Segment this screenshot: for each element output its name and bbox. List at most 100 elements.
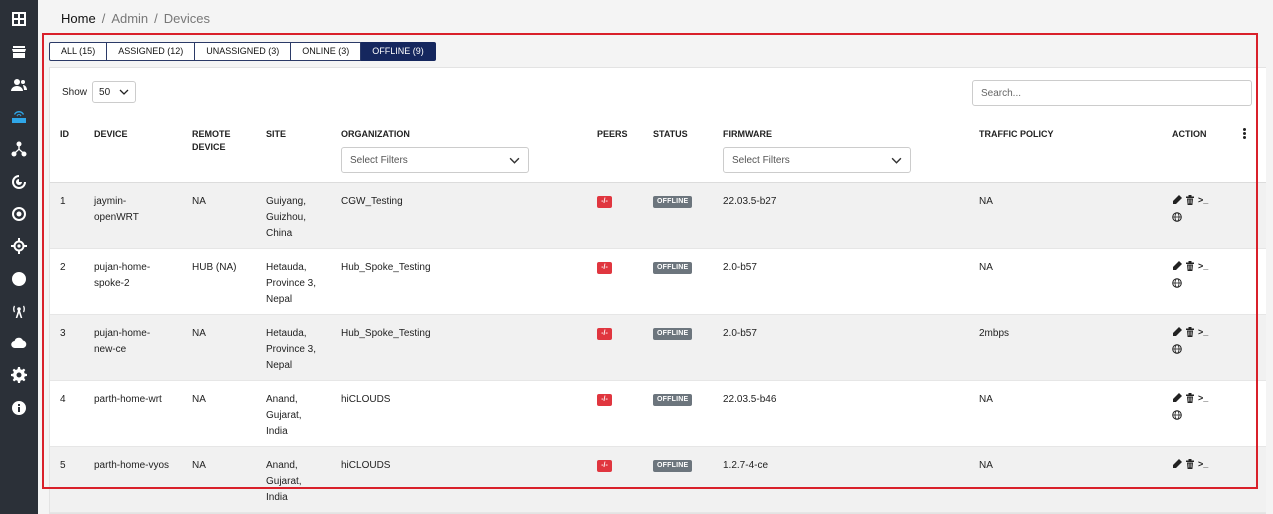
table-row: 2 pujan-home- spoke-2 HUB (NA) Hetauda, …	[50, 249, 1266, 315]
device-name-line1[interactable]: parth-home-wrt	[94, 392, 162, 408]
device-name-line2[interactable]: openWRT	[94, 210, 139, 226]
page-size-select[interactable]: 50	[92, 81, 137, 103]
device-link: pujan-home- spoke-2	[94, 260, 150, 292]
column-header-id[interactable]: ID	[60, 128, 69, 141]
row-id: 4	[60, 394, 66, 405]
peers-badge[interactable]: -/-	[597, 262, 612, 274]
peers-badge[interactable]: -/-	[597, 328, 612, 340]
device-name-line2[interactable]: spoke-2	[94, 276, 150, 292]
row-id: 3	[60, 328, 66, 339]
device-name-line2[interactable]: new-ce	[94, 342, 150, 358]
column-header-status[interactable]: STATUS	[653, 128, 688, 141]
column-header-organization[interactable]: ORGANIZATION	[341, 128, 410, 141]
firmware-cell: 22.03.5-b27	[723, 196, 777, 207]
column-header-firmware[interactable]: FIRMWARE	[723, 128, 772, 141]
globe-icon[interactable]	[1172, 344, 1182, 354]
target-icon[interactable]	[9, 204, 29, 224]
peers-badge[interactable]: -/-	[597, 196, 612, 208]
tab-assigned[interactable]: ASSIGNED (12)	[107, 42, 196, 61]
trash-icon[interactable]	[1185, 327, 1195, 337]
traffic-policy-cell: NA	[979, 394, 993, 405]
breadcrumb-home[interactable]: Home	[61, 11, 96, 26]
trash-icon[interactable]	[1185, 459, 1195, 469]
radar-icon[interactable]	[9, 172, 29, 192]
gear-icon[interactable]	[9, 365, 29, 385]
column-header-traffic-policy[interactable]: TRAFFIC POLICY	[979, 128, 1054, 141]
page-size-value: 50	[99, 86, 111, 98]
peers-badge[interactable]: -/-	[597, 460, 612, 472]
edit-icon[interactable]	[1172, 261, 1182, 271]
globe-icon[interactable]	[1172, 212, 1182, 222]
table-row: 4 parth-home-wrt NA Anand, Gujarat, Indi…	[50, 381, 1266, 447]
traffic-policy-cell: 2mbps	[979, 328, 1010, 339]
column-header-remote-device-line2: DEVICE	[192, 142, 226, 152]
device-name-line1[interactable]: parth-home-vyos	[94, 458, 169, 474]
dashboard-icon[interactable]	[9, 9, 29, 29]
terminal-icon[interactable]: >_	[1198, 393, 1208, 403]
edit-icon[interactable]	[1172, 195, 1182, 205]
peers-badge[interactable]: -/-	[597, 394, 612, 406]
search-input[interactable]	[972, 80, 1252, 106]
edit-icon[interactable]	[1172, 393, 1182, 403]
organization-cell: Hub_Spoke_Testing	[341, 328, 431, 339]
site-line2: Province 3,	[266, 278, 317, 289]
column-menu-icon[interactable]	[1241, 128, 1247, 140]
remote-device: NA	[192, 394, 206, 405]
site-line3: Nepal	[266, 360, 293, 371]
site-line2: Province 3,	[266, 344, 317, 355]
tab-offline[interactable]: OFFLINE (9)	[361, 42, 436, 61]
device-name-line1[interactable]: pujan-home-	[94, 326, 150, 342]
row-id: 1	[60, 196, 66, 207]
globe-icon[interactable]	[1172, 278, 1182, 288]
breadcrumb-admin[interactable]: Admin	[111, 11, 148, 26]
column-header-peers[interactable]: PEERS	[597, 128, 628, 141]
topology-icon[interactable]	[9, 139, 29, 159]
organization-cell: Hub_Spoke_Testing	[341, 262, 431, 273]
cloud-icon[interactable]	[9, 333, 29, 353]
page-size-control: Show 50	[62, 81, 137, 103]
terminal-icon[interactable]: >_	[1198, 195, 1208, 205]
breadcrumb-separator: /	[154, 11, 158, 26]
tab-online[interactable]: ONLINE (3)	[291, 42, 362, 61]
terminal-icon[interactable]: >_	[1198, 459, 1208, 469]
site-line1: Hetauda,	[266, 262, 307, 273]
info-icon[interactable]	[9, 398, 29, 418]
row-id: 5	[60, 460, 66, 471]
site-line3: India	[266, 426, 288, 437]
organization-filter-select[interactable]: Select Filters	[341, 147, 529, 173]
site-line1: Guiyang,	[266, 196, 307, 207]
tab-unassigned[interactable]: UNASSIGNED (3)	[195, 42, 292, 61]
location-icon[interactable]	[9, 236, 29, 256]
edit-icon[interactable]	[1172, 327, 1182, 337]
row-actions: >_	[1172, 327, 1222, 354]
column-header-device[interactable]: DEVICE	[94, 128, 128, 141]
antenna-icon[interactable]	[9, 301, 29, 321]
edit-icon[interactable]	[1172, 459, 1182, 469]
status-badge: OFFLINE	[653, 394, 693, 406]
store-icon[interactable]	[9, 42, 29, 62]
organization-cell: hiCLOUDS	[341, 460, 391, 471]
column-header-site[interactable]: SITE	[266, 128, 286, 141]
site-cell: Guiyang, Guizhou, China	[266, 194, 306, 242]
remote-device: NA	[192, 196, 206, 207]
firmware-filter-select[interactable]: Select Filters	[723, 147, 911, 173]
terminal-icon[interactable]: >_	[1198, 261, 1208, 271]
column-header-action: ACTION	[1172, 129, 1207, 139]
device-name-line1[interactable]: pujan-home-	[94, 260, 150, 276]
firmware-cell: 2.0-b57	[723, 328, 757, 339]
trash-icon[interactable]	[1185, 393, 1195, 403]
column-header-remote-device[interactable]: REMOTE DEVICE	[192, 128, 231, 154]
chevron-down-icon	[891, 157, 902, 164]
router-icon[interactable]	[9, 107, 29, 127]
trash-icon[interactable]	[1185, 261, 1195, 271]
globe-icon[interactable]	[1172, 410, 1182, 420]
device-link: parth-home-wrt	[94, 392, 162, 408]
trash-icon[interactable]	[1185, 195, 1195, 205]
status-badge: OFFLINE	[653, 262, 693, 274]
device-name-line1[interactable]: jaymin-	[94, 194, 139, 210]
globe-icon[interactable]	[9, 269, 29, 289]
users-icon[interactable]	[9, 75, 29, 95]
chevron-down-icon	[509, 157, 520, 164]
tab-all[interactable]: ALL (15)	[49, 42, 108, 61]
terminal-icon[interactable]: >_	[1198, 327, 1208, 337]
